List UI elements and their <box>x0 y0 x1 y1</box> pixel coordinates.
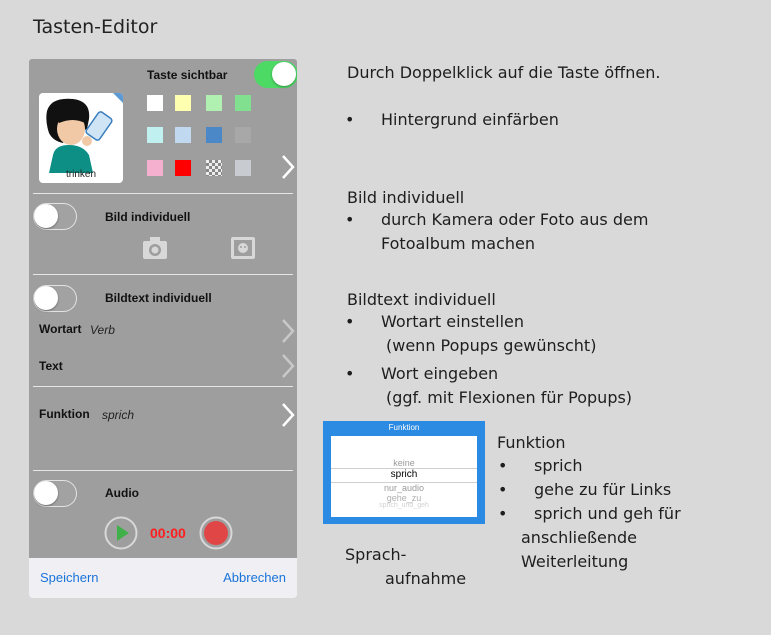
bullet: • <box>498 456 508 475</box>
bullet: • <box>345 312 355 331</box>
record-icon[interactable] <box>199 516 233 550</box>
bullet: • <box>498 480 508 499</box>
fn-bullet2: gehe zu für Links <box>534 480 672 499</box>
bullet: • <box>498 504 508 523</box>
funktion-label: Funktion <box>39 407 90 421</box>
imagetext-toggle[interactable] <box>33 285 77 312</box>
color-swatch[interactable] <box>147 95 163 111</box>
bt-bullet2-line2: (ggf. mit Flexionen für Popups) <box>386 388 633 407</box>
bild-heading: Bild individuell <box>347 188 465 207</box>
chevron-right-icon[interactable] <box>281 318 295 344</box>
key-editor-panel: Taste sichtbar trinken Bild individuell … <box>29 59 297 598</box>
visible-label: Taste sichtbar <box>147 68 228 82</box>
photo-album-icon[interactable] <box>229 235 257 261</box>
bullet: • <box>345 110 355 129</box>
image-toggle-label: Bild individuell <box>105 210 191 224</box>
bild-line1: durch Kamera oder Foto aus dem <box>381 210 649 229</box>
key-image[interactable]: trinken <box>39 93 123 183</box>
wortart-label: Wortart <box>39 322 82 336</box>
visible-toggle[interactable] <box>254 61 297 88</box>
color-swatch[interactable] <box>147 160 163 176</box>
funktion-heading: Funktion <box>497 433 566 452</box>
bt-bullet1-line2: (wenn Popups gewünscht) <box>386 336 597 355</box>
imagetext-toggle-label: Bildtext individuell <box>105 291 212 305</box>
color-swatch[interactable] <box>235 127 251 143</box>
funktion-value: sprich <box>102 408 135 422</box>
bt-bullet1-line1: Wortart einstellen <box>381 312 525 331</box>
fn-bullet3-line3: Weiterleitung <box>521 552 629 571</box>
open-hint: Durch Doppelklick auf die Taste öffnen. <box>347 63 661 82</box>
picker-title: Funktion <box>388 423 420 432</box>
picker-option-selected: sprich <box>390 469 418 480</box>
bt-bullet2-line1: Wort eingeben <box>381 364 499 383</box>
color-swatch[interactable] <box>206 95 222 111</box>
fn-bullet3-line1: sprich und geh für <box>534 504 681 523</box>
color-swatch[interactable] <box>206 160 222 176</box>
bullet: • <box>345 364 355 383</box>
bild-line2: Fotoalbum machen <box>381 234 536 253</box>
bildtext-heading: Bildtext individuell <box>347 290 496 309</box>
sprach-line2: aufnahme <box>385 569 467 588</box>
color-swatch[interactable] <box>175 160 191 176</box>
footer-bar: Speichern Abbrechen <box>29 558 297 598</box>
drinking-person-icon <box>46 98 113 173</box>
bg-bullet-text: Hintergrund einfärben <box>381 110 559 129</box>
slide-title: Tasten-Editor <box>33 16 158 38</box>
play-icon[interactable] <box>104 516 138 550</box>
image-toggle[interactable] <box>33 203 77 230</box>
color-swatch[interactable] <box>175 127 191 143</box>
picker-option: sprich_und_geh <box>379 502 429 509</box>
chevron-right-icon[interactable] <box>281 402 295 428</box>
color-swatch[interactable] <box>175 95 191 111</box>
sprach-line1: Sprach- <box>345 545 407 564</box>
wortart-value: Verb <box>90 323 115 337</box>
audio-label: Audio <box>105 486 139 500</box>
fn-bullet1: sprich <box>534 456 583 475</box>
save-button[interactable]: Speichern <box>40 570 99 585</box>
chevron-right-icon[interactable] <box>281 353 295 379</box>
picker-option: keine <box>393 458 415 468</box>
cancel-button[interactable]: Abbrechen <box>223 570 286 585</box>
audio-timer: 00:00 <box>150 525 186 541</box>
audio-toggle[interactable] <box>33 480 77 507</box>
text-label: Text <box>39 359 63 373</box>
chevron-right-icon[interactable] <box>281 154 295 180</box>
fn-bullet3-line2: anschließende <box>521 528 638 547</box>
color-swatch[interactable] <box>147 127 163 143</box>
funktion-picker-thumbnail: Funktion keine sprich nur_audio gehe_zu … <box>323 421 485 524</box>
camera-icon[interactable] <box>141 235 169 261</box>
bullet: • <box>345 210 355 229</box>
color-swatch[interactable] <box>206 127 222 143</box>
key-caption: trinken <box>65 169 96 180</box>
picker-option: nur_audio <box>383 483 425 493</box>
color-swatch[interactable] <box>235 160 251 176</box>
color-swatch[interactable] <box>235 95 251 111</box>
